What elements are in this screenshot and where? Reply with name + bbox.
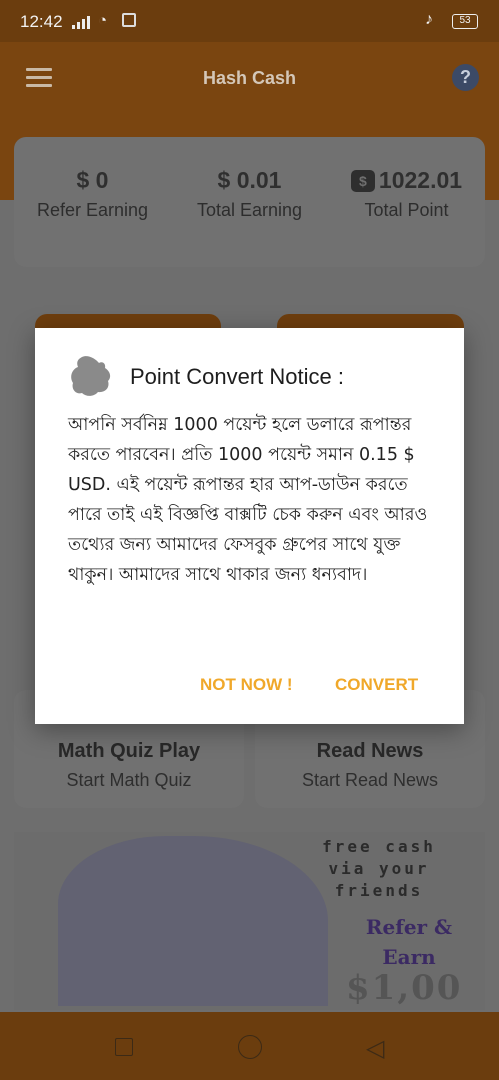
home-icon[interactable]: [238, 1035, 262, 1059]
tile-title: Read News: [316, 740, 424, 762]
stat-label: Refer Earning: [36, 200, 149, 220]
point-convert-dialog: Point Convert Notice : আপনি সর্বনিম্ন 10…: [35, 328, 464, 724]
banner-amount: $1,00: [346, 968, 463, 1008]
stat-label: Total Earning: [196, 200, 303, 220]
back-icon[interactable]: ◁: [366, 1034, 384, 1063]
dialog-title: Point Convert Notice :: [130, 364, 344, 389]
navigation-bar: ◁: [0, 1012, 499, 1080]
refer-banner[interactable]: free cash via your friends Refer & Earn …: [14, 832, 485, 1010]
dialog-message: আপনি সর্বনিম্ন 1000 পয়েন্ট হলে ডলারে রূ…: [68, 415, 428, 585]
banner-text: free cash via your friends: [294, 836, 464, 902]
convert-button[interactable]: CONVERT: [335, 675, 418, 695]
mute-icon: ♪: [425, 11, 433, 28]
status-time: 12:42: [20, 12, 63, 31]
banner-line: friends: [334, 881, 424, 900]
wifi-icon: ◔: [98, 12, 108, 29]
stat-refer-earning: $ 0 Refer Earning: [14, 167, 171, 221]
banner-illustration: [58, 836, 328, 1006]
tile-subtitle: Start Read News: [301, 770, 439, 790]
stat-label: Total Point: [364, 200, 449, 220]
status-bar: 12:42 ◔ ♪ 53: [0, 0, 499, 42]
battery-icon: 53: [452, 14, 478, 29]
signal-icon: [72, 16, 90, 29]
stat-value: $ 0.01: [217, 167, 282, 193]
stat-total-earning: $ 0.01 Total Earning: [171, 167, 328, 221]
banner-refer-text: Refer & Earn: [344, 912, 474, 972]
map-icon: [71, 356, 111, 396]
stat-value: 1022.01: [378, 167, 463, 193]
banner-line: free cash: [322, 837, 436, 856]
stat-value: $ 0: [76, 167, 109, 193]
banner-line: via your: [328, 859, 430, 878]
help-icon[interactable]: ?: [452, 64, 479, 91]
banner-refer: Refer &: [365, 915, 453, 939]
app-title: Hash Cash: [202, 68, 297, 88]
stats-card: $ 0 Refer Earning $ 0.01 Total Earning $…: [14, 137, 485, 267]
tile-title: Math Quiz Play: [57, 740, 201, 762]
stat-total-point: $1022.01 Total Point: [328, 167, 485, 221]
notification-icon: [122, 13, 136, 27]
coins-icon: $: [350, 170, 375, 192]
tile-subtitle: Start Math Quiz: [66, 770, 192, 790]
not-now-button[interactable]: NOT NOW !: [200, 675, 293, 695]
recents-icon[interactable]: [115, 1038, 133, 1056]
